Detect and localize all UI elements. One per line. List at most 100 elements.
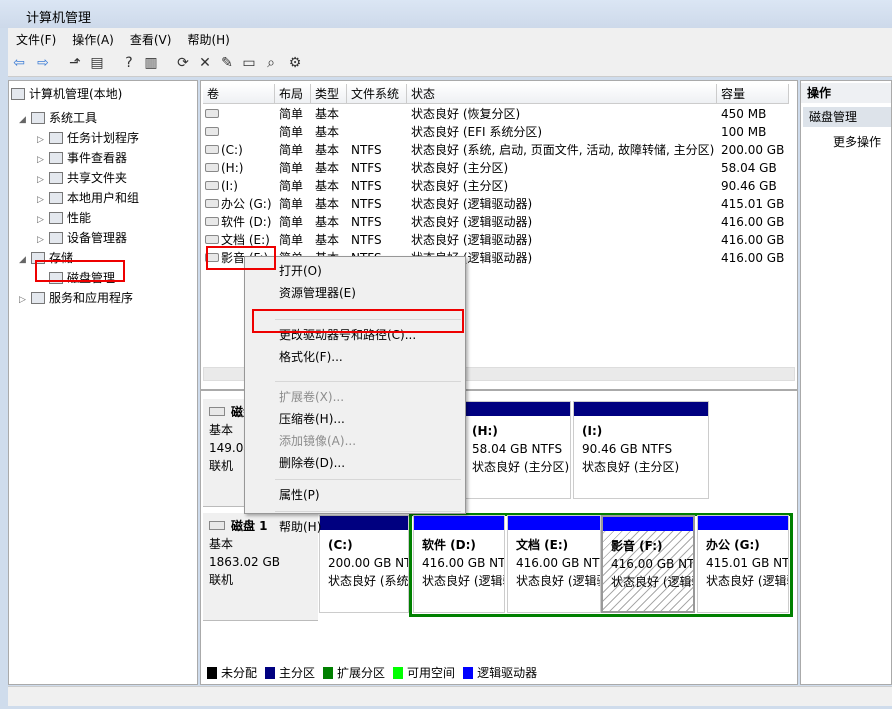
expander-icon[interactable]: ◢ [19,251,31,269]
partition-status: 状态良好 (逻辑驱动器) [516,574,600,588]
expand-arrow-icon[interactable]: ▷ [37,191,49,209]
drive-icon [205,217,219,226]
refresh-icon[interactable]: ⟳ [174,54,192,72]
table-row[interactable]: 办公 (G:) 简单 基本 NTFS 状态良好 (逻辑驱动器) 415.01 GB [201,195,797,213]
partition-text: (C:) 200.00 GB NTFS 状态良好 (系统 [320,530,408,590]
menu-item[interactable]: 打开(O) [279,261,322,281]
menu-item[interactable]: 扩展卷(X)... [279,387,344,407]
column-header[interactable]: 状态 [407,84,717,104]
partition[interactable]: 软件 (D:) 416.00 GB NTFS 状态良好 (逻辑驱动器) [413,515,505,613]
back-icon[interactable]: ⇦ [10,54,28,72]
expand-arrow-icon[interactable]: ▷ [37,211,49,229]
drive-icon [205,199,219,208]
tree-item-label: 事件查看器 [67,151,128,165]
partition[interactable]: (I:) 90.46 GB NTFS 状态良好 (主分区) [573,401,709,499]
cell: 简单 [279,233,304,247]
cell: 基本 [315,107,340,121]
cell: NTFS [351,161,382,175]
cell: 基本 [315,179,340,193]
table-row[interactable]: (H:) 简单 基本 NTFS 状态良好 (主分区) 58.04 GB [201,159,797,177]
expand-arrow-icon[interactable]: ▷ [37,151,49,169]
cell: 办公 (G:) [221,197,272,211]
menu-action[interactable]: 操作(A) [64,28,122,51]
column-header[interactable]: 容量 [717,84,789,104]
column-header[interactable]: 文件系统 [347,84,407,104]
disk-type: 基本 [209,537,234,551]
menu-item[interactable]: 添加镜像(A)... [279,431,356,451]
tree-item[interactable]: ◢ 系统工具 [19,109,97,127]
cell: NTFS [351,233,382,247]
expander-icon[interactable]: ▷ [19,291,31,309]
menu-item[interactable]: 格式化(F)... [279,347,343,367]
show-hide-tree-icon[interactable]: ▤ [88,54,106,72]
tree-node-icon [31,292,45,304]
tree-item[interactable]: ▷ 事件查看器 [37,149,127,167]
table-row[interactable]: 软件 (D:) 简单 基本 NTFS 状态良好 (逻辑驱动器) 416.00 GB [201,213,797,231]
search-icon[interactable]: ⌕ [262,54,280,72]
menu-file[interactable]: 文件(F) [8,28,64,51]
table-row[interactable]: (I:) 简单 基本 NTFS 状态良好 (主分区) 90.46 GB [201,177,797,195]
partition[interactable]: 影音 (F:) 416.00 GB NTFS 状态良好 (逻辑驱动器) [601,515,695,613]
highlight-change-drive-letter [252,309,464,333]
tree-item[interactable]: ▷ 任务计划程序 [37,129,139,147]
legend-swatch [207,667,217,679]
table-row[interactable]: (C:) 简单 基本 NTFS 状态良好 (系统, 启动, 页面文件, 活动, 故障转储… [201,141,797,159]
tree-item[interactable]: ▷ 共享文件夹 [37,169,127,187]
partition[interactable]: 办公 (G:) 415.01 GB NTFS 状态良好 (逻辑驱动器) [697,515,789,613]
cell: 58.04 GB [721,161,777,175]
legend-label: 未分配 [221,666,258,680]
properties-icon[interactable]: ✎ [218,54,236,72]
more-actions-link[interactable]: 更多操作 [833,133,881,150]
table-row[interactable]: 文档 (E:) 简单 基本 NTFS 状态良好 (逻辑驱动器) 416.00 GB [201,231,797,249]
menu-item[interactable]: 属性(P) [279,485,320,505]
partition[interactable]: (H:) 58.04 GB NTFS 状态良好 (主分区) [463,401,571,499]
up-icon[interactable]: ⬏ [66,54,84,72]
expand-arrow-icon[interactable]: ▷ [37,131,49,149]
settings-icon[interactable]: ⚙ [286,54,304,72]
tree-item[interactable]: ▷ 本地用户和组 [37,189,139,207]
tree-root[interactable]: 计算机管理(本地) [11,85,122,103]
menu-item[interactable]: 压缩卷(H)... [279,409,345,429]
cell: 基本 [315,143,340,157]
tree-node-icon [31,112,45,124]
tree-item[interactable]: ▷ 服务和应用程序 [19,289,133,307]
help-icon[interactable]: ? [120,54,138,72]
partition[interactable]: (C:) 200.00 GB NTFS 状态良好 (系统 [319,515,409,613]
open-icon[interactable]: ▭ [240,54,258,72]
actions-title: 操作 [801,83,891,103]
cell: 简单 [279,143,304,157]
expand-arrow-icon[interactable]: ▷ [37,171,49,189]
cell: 450 MB [721,107,767,121]
show-hide-action-icon[interactable]: ▥ [142,54,160,72]
cell: 简单 [279,179,304,193]
tree-node-icon [49,192,63,204]
menu-item[interactable]: 删除卷(D)... [279,453,345,473]
partition-text: 文档 (E:) 416.00 GB NTFS 状态良好 (逻辑驱动器) [508,530,600,590]
partition-bar [698,516,788,530]
menu-view[interactable]: 查看(V) [122,28,180,51]
expander-icon[interactable]: ◢ [19,111,31,129]
cell: NTFS [351,215,382,229]
cell: 90.46 GB [721,179,777,193]
tree-item[interactable]: ▷ 设备管理器 [37,229,127,247]
partition[interactable]: 文档 (E:) 416.00 GB NTFS 状态良好 (逻辑驱动器) [507,515,601,613]
column-header[interactable]: 卷 [203,84,275,104]
expand-arrow-icon[interactable]: ▷ [37,231,49,249]
cell: 状态良好 (EFI 系统分区) [411,125,543,139]
table-row[interactable]: 简单 基本 状态良好 (EFI 系统分区) 100 MB [201,123,797,141]
actions-section[interactable]: 磁盘管理 [803,107,891,127]
delete-icon[interactable]: ✕ [196,54,214,72]
partition-label: 影音 (F:) [611,539,663,553]
menu-item[interactable]: 帮助(H) [279,517,321,537]
cell: 状态良好 (逻辑驱动器) [411,215,533,229]
menu-help[interactable]: 帮助(H) [179,28,237,51]
column-header[interactable]: 布局 [275,84,311,104]
table-row[interactable]: 简单 基本 状态良好 (恢复分区) 450 MB [201,105,797,123]
cell: NTFS [351,143,382,157]
tree-item[interactable]: ▷ 性能 [37,209,91,227]
partition-bar [508,516,600,530]
cell: 416.00 GB [721,251,785,265]
column-header[interactable]: 类型 [311,84,347,104]
menu-item[interactable]: 资源管理器(E) [279,283,356,303]
forward-icon[interactable]: ⇨ [34,54,52,72]
